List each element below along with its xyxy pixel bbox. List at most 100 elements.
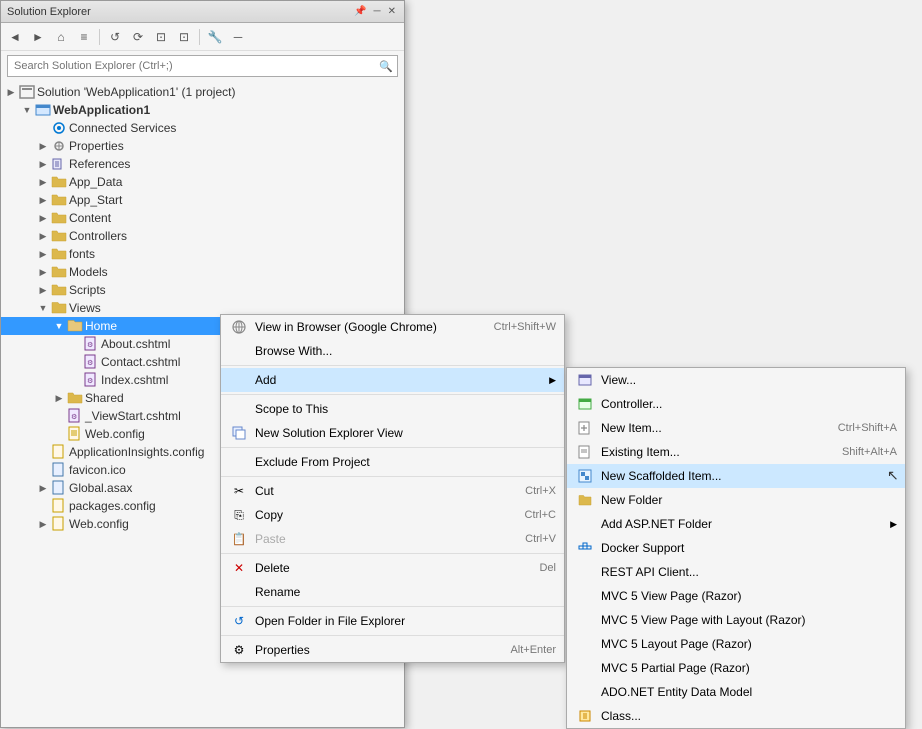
submenu-item-mvc5-layout2[interactable]: MVC 5 Layout Page (Razor) (567, 632, 905, 656)
menu-item-delete[interactable]: ✕ Delete Del (221, 556, 564, 580)
submenu-item-class[interactable]: Class... (567, 704, 905, 728)
existing-item-label: Existing Item... (601, 445, 822, 459)
tree-item-app-data[interactable]: App_Data (1, 173, 404, 191)
submenu-item-mvc5-layout[interactable]: MVC 5 View Page with Layout (Razor) (567, 608, 905, 632)
aspnet-folder-icon (575, 514, 595, 534)
minimize-button[interactable]: ─ (372, 6, 383, 17)
expand-icon-references (35, 156, 51, 172)
menu-item-copy[interactable]: ⎘ Copy Ctrl+C (221, 503, 564, 527)
aspnet-folder-label: Add ASP.NET Folder (601, 517, 886, 531)
tree-item-fonts[interactable]: fonts (1, 245, 404, 263)
delete-icon: ✕ (229, 558, 249, 578)
submenu-item-mvc5-partial[interactable]: MVC 5 Partial Page (Razor) (567, 656, 905, 680)
expand-icon-models (35, 264, 51, 280)
submenu-item-ado-model[interactable]: ADO.NET Entity Data Model (567, 680, 905, 704)
tree-item-controllers[interactable]: Controllers (1, 227, 404, 245)
tree-label-packages: packages.config (69, 499, 156, 513)
tree-item-references[interactable]: References (1, 155, 404, 173)
delete-shortcut: Del (539, 562, 556, 574)
menu-item-properties[interactable]: ⚙ Properties Alt+Enter (221, 638, 564, 662)
aspnet-submenu-arrow: ▶ (890, 519, 897, 530)
browse-with-label: Browse With... (255, 344, 556, 358)
expand-icon-views (35, 300, 51, 316)
add-submenu: View... Controller... New Item... Ctrl+S… (566, 367, 906, 729)
props-icon: ⚙ (229, 640, 249, 660)
class-label: Class... (601, 709, 897, 723)
refresh-button[interactable]: ↺ (105, 27, 125, 47)
submenu-item-new-item[interactable]: New Item... Ctrl+Shift+A (567, 416, 905, 440)
menu-item-cut[interactable]: ✂ Cut Ctrl+X (221, 479, 564, 503)
back-button[interactable]: ◄ (5, 27, 25, 47)
mvc5-view-icon (575, 586, 595, 606)
submenu-item-aspnet-folder[interactable]: Add ASP.NET Folder ▶ (567, 512, 905, 536)
tree-label-controllers: Controllers (69, 229, 127, 243)
menu-item-browse-with[interactable]: Browse With... (221, 339, 564, 363)
references-icon (51, 156, 67, 172)
folder-icon-controllers (51, 228, 67, 244)
menu-item-open-folder[interactable]: ↺ Open Folder in File Explorer (221, 609, 564, 633)
pin-button[interactable]: 📌 (352, 6, 368, 17)
home-button[interactable]: ⌂ (51, 27, 71, 47)
tree-item-content[interactable]: Content (1, 209, 404, 227)
submenu-item-existing-item[interactable]: Existing Item... Shift+Alt+A (567, 440, 905, 464)
menu-item-new-explorer[interactable]: New Solution Explorer View (221, 421, 564, 445)
settings-button[interactable]: 🔧 (205, 27, 225, 47)
folder-icon-content (51, 210, 67, 226)
close-button[interactable]: ✕ (386, 6, 398, 17)
tree-item-properties[interactable]: Properties (1, 137, 404, 155)
forward-button[interactable]: ► (28, 27, 48, 47)
tree-item-connected[interactable]: Connected Services (1, 119, 404, 137)
submenu-item-scaffolded[interactable]: New Scaffolded Item... ↖ (567, 464, 905, 488)
cut-shortcut: Ctrl+X (525, 485, 556, 497)
menu-item-paste[interactable]: 📋 Paste Ctrl+V (221, 527, 564, 551)
tree-item-scripts[interactable]: Scripts (1, 281, 404, 299)
cut-label: Cut (255, 484, 505, 498)
menu-separator-1 (221, 365, 564, 366)
menu-separator-2 (221, 394, 564, 395)
cshtml-icon-about: ⚙ (83, 336, 99, 352)
submenu-item-view[interactable]: View... (567, 368, 905, 392)
expand-icon-project (19, 102, 35, 118)
properties-button[interactable]: ≡ (74, 27, 94, 47)
tree-item-project[interactable]: WebApplication1 (1, 101, 404, 119)
config-icon-packages (51, 498, 67, 514)
file-icon-favicon (51, 462, 67, 478)
sync-button[interactable]: ⟳ (128, 27, 148, 47)
svg-text:⚙: ⚙ (87, 341, 93, 349)
submenu-item-mvc5-view[interactable]: MVC 5 View Page (Razor) (567, 584, 905, 608)
props-shortcut: Alt+Enter (510, 644, 556, 656)
svg-text:⚙: ⚙ (71, 413, 77, 421)
existing-item-icon (575, 442, 595, 462)
project-icon (35, 102, 51, 118)
docker-icon (575, 538, 595, 558)
expand-icon-scripts (35, 282, 51, 298)
search-icon[interactable]: 🔍 (375, 55, 397, 77)
show-all-files-button[interactable]: ⊡ (151, 27, 171, 47)
tree-item-app-start[interactable]: App_Start (1, 191, 404, 209)
collapse-all-button[interactable]: ⊡ (174, 27, 194, 47)
ado-model-icon (575, 682, 595, 702)
submenu-item-rest-api[interactable]: REST API Client... (567, 560, 905, 584)
tree-item-solution[interactable]: Solution 'WebApplication1' (1 project) (1, 83, 404, 101)
title-bar: Solution Explorer 📌 ─ ✕ (1, 1, 404, 23)
menu-item-view-browser[interactable]: View in Browser (Google Chrome) Ctrl+Shi… (221, 315, 564, 339)
view-browser-label: View in Browser (Google Chrome) (255, 320, 474, 334)
menu-item-scope[interactable]: Scope to This (221, 397, 564, 421)
folder-icon-app-data (51, 174, 67, 190)
menu-item-exclude[interactable]: Exclude From Project (221, 450, 564, 474)
menu-item-add[interactable]: Add ▶ View... Controller... (221, 368, 564, 392)
rename-icon (229, 582, 249, 602)
menu-item-rename[interactable]: Rename (221, 580, 564, 604)
submenu-item-controller[interactable]: Controller... (567, 392, 905, 416)
config-icon-webconfig-views (67, 426, 83, 442)
close-pane-button[interactable]: ─ (228, 27, 248, 47)
tree-label-references: References (69, 157, 130, 171)
submenu-item-docker[interactable]: Docker Support (567, 536, 905, 560)
submenu-item-new-folder[interactable]: New Folder (567, 488, 905, 512)
rest-api-icon (575, 562, 595, 582)
expand-icon-fonts (35, 246, 51, 262)
tree-item-models[interactable]: Models (1, 263, 404, 281)
tree-label-webconfig-views: Web.config (85, 427, 145, 441)
toolbar: ◄ ► ⌂ ≡ ↺ ⟳ ⊡ ⊡ 🔧 ─ (1, 23, 404, 51)
search-input[interactable] (8, 60, 375, 72)
